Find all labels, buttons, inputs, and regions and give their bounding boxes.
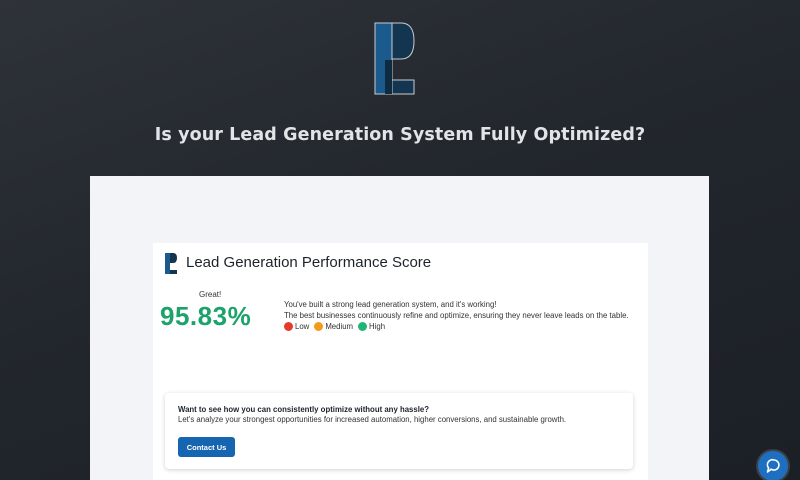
description-line-1: You've built a strong lead generation sy… (284, 300, 497, 309)
legend-item-low: Low (284, 322, 309, 331)
contact-us-button[interactable]: Contact Us (178, 437, 235, 457)
chat-bubble-icon (766, 458, 780, 473)
pl-logo (374, 22, 415, 95)
legend-dot-high (358, 322, 368, 331)
chat-launcher-button[interactable] (758, 451, 788, 480)
cta-text: Let's analyze your strongest opportuniti… (178, 415, 567, 424)
card-logo-icon (165, 253, 177, 274)
cta-heading: Want to see how you can consistently opt… (178, 405, 429, 414)
legend-dot-low (284, 322, 293, 331)
page-heading: Is your Lead Generation System Fully Opt… (154, 125, 646, 145)
score-description: You've built a strong lead generation sy… (284, 299, 629, 321)
card-title: Lead Generation Performance Score (186, 254, 432, 271)
legend-item-high: High (358, 322, 385, 331)
description-line-2: The best businesses continuously refine … (284, 311, 629, 320)
legend-item-medium: Medium (314, 322, 353, 331)
legend-label-low: Low (295, 322, 310, 331)
cta-box: Want to see how you can consistently opt… (165, 393, 633, 469)
score-value: 95.83% (160, 301, 252, 331)
legend-label-high: High (369, 322, 386, 331)
rating-label: Great! (199, 290, 222, 299)
score-card: Lead Generation Performance Score Great!… (153, 243, 648, 480)
legend-dot-medium (314, 322, 324, 331)
legend-label-medium: Medium (325, 322, 354, 331)
score-legend: Low Medium High (284, 322, 390, 331)
